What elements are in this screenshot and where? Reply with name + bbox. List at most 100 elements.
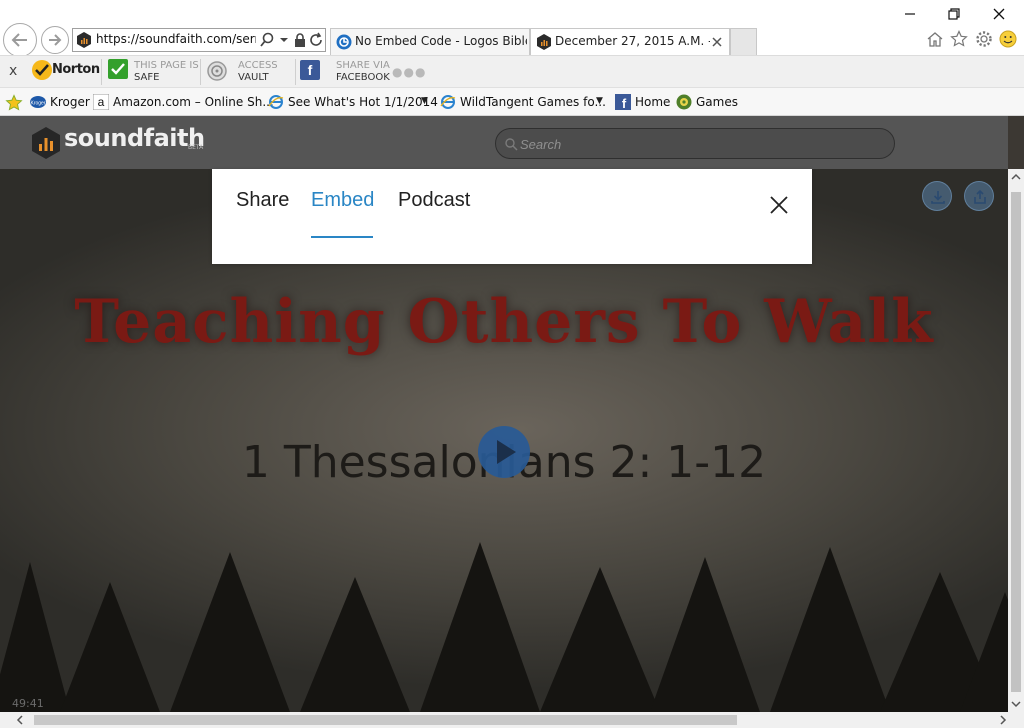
safe-line1: THIS PAGE IS [134,60,199,71]
minimize-icon[interactable] [900,4,920,24]
tab-embed[interactable]: Embed [311,189,374,212]
site-header: soundfaith BETA [0,116,1008,169]
horizontal-scrollbar[interactable] [0,712,1024,728]
smiley-icon[interactable] [999,30,1017,48]
share-button[interactable] [964,181,994,211]
download-button[interactable] [922,181,952,211]
tab-logos-bible[interactable]: No Embed Code - Logos Bible ... [330,28,530,55]
scroll-left-icon[interactable] [15,715,25,725]
share-embed-modal: Share Embed Podcast [212,169,812,264]
logos-favicon-icon [336,34,352,50]
sermon-title: Teaching Others To Walk [74,287,934,357]
tab-podcast[interactable]: Podcast [398,189,470,212]
favorite-home[interactable]: f Home [615,94,673,112]
tab-title: December 27, 2015 A.M. - S... [555,34,710,48]
dropdown-icon[interactable]: ▼ [421,96,428,106]
search-icon[interactable] [259,32,275,48]
favorite-label: See What's Hot 1/1/2014 [288,95,438,109]
gear-icon[interactable] [975,30,993,48]
lock-icon[interactable] [292,32,308,48]
video-duration: 49:41 [12,697,44,710]
soundfaith-favicon-icon [537,34,551,50]
norton-toolbar-close-button[interactable]: x [9,63,17,79]
vertical-scroll-thumb[interactable] [1011,192,1021,692]
norton-check-icon [32,60,52,80]
beta-badge: BETA [188,144,204,151]
arrow-right-icon [49,34,62,46]
page-safe-status[interactable]: THIS PAGE IS SAFE [134,60,199,84]
new-tab-button[interactable] [730,28,757,55]
favorite-label: Home [635,95,671,109]
share-line1: SHARE VIA [336,60,390,71]
site-name[interactable]: soundfaith [64,124,205,152]
search-icon [505,138,518,151]
svg-text:f: f [622,96,627,110]
amazon-icon: a [93,94,109,110]
vertical-scrollbar[interactable] [1008,169,1024,712]
close-tab-icon[interactable] [711,36,723,48]
back-button[interactable] [3,23,37,57]
share-icon [974,189,986,204]
arrow-left-icon [11,33,27,47]
horizontal-scroll-thumb[interactable] [34,715,737,725]
vault-line2: VAULT [238,72,269,83]
svg-text:Kroger: Kroger [30,101,45,107]
vault-icon [207,61,227,81]
forward-button[interactable] [41,26,69,54]
active-tab-indicator [311,236,373,238]
favorite-amazon[interactable]: a Amazon.com – Online Sh... [93,94,274,112]
favorite-wildtangent[interactable]: WildTangent Games fo... ▼ [440,94,608,112]
tab-title: No Embed Code - Logos Bible ... [355,34,527,48]
ie-icon [268,95,284,109]
download-icon [931,191,945,204]
close-icon[interactable] [768,194,790,216]
star-icon[interactable] [950,30,968,48]
restore-icon[interactable] [944,4,964,24]
refresh-icon[interactable] [308,32,324,48]
browser-titlebar: https://soundfaith.com/sermons/ No Embed… [0,0,1024,57]
address-url[interactable]: https://soundfaith.com/sermons/ [96,32,256,46]
norton-toolbar: x Norton THIS PAGE IS SAFE ACCESS VAULT … [0,55,1024,87]
safe-line2: SAFE [134,72,160,83]
search-input[interactable] [520,133,880,155]
share-facebook-button[interactable]: SHARE VIA FACEBOOK [336,60,390,84]
play-button[interactable] [478,426,530,478]
toolbar-divider [101,59,102,85]
favorite-label: Amazon.com – Online Sh... [113,95,274,109]
kroger-icon: Kroger [30,96,46,108]
share-line2: FACEBOOK [336,72,390,83]
favorite-games[interactable]: Games [676,94,740,112]
home-icon[interactable] [926,30,944,48]
scroll-up-icon[interactable] [1011,172,1021,182]
scroll-right-icon[interactable] [998,715,1008,725]
favorite-see-whats-hot[interactable]: See What's Hot 1/1/2014 ▼ [268,94,438,112]
favorite-label: Games [696,95,738,109]
tab-share[interactable]: Share [236,189,289,212]
search-box[interactable] [495,128,895,159]
address-bar[interactable]: https://soundfaith.com/sermons/ [72,28,326,52]
norton-logo-text[interactable]: Norton [52,62,100,77]
toolbar-divider [295,59,296,85]
favorites-star-icon[interactable] [5,94,23,112]
soundfaith-logo-icon[interactable] [31,127,61,159]
access-vault-button[interactable]: ACCESS VAULT [238,60,278,84]
favorite-label: Kroger [50,95,90,109]
close-icon[interactable] [989,4,1009,24]
favorites-bar: Kroger Kroger a Amazon.com – Online Sh..… [0,87,1024,116]
safe-check-icon [108,59,128,79]
vault-line1: ACCESS [238,60,278,71]
pine-trees-graphic [0,542,1008,712]
soundfaith-favicon-icon [77,32,91,48]
games-icon [676,94,692,110]
toolbar-divider [200,59,201,85]
svg-text:a: a [98,95,105,109]
web-page: soundfaith BETA Teaching Others To Walk … [0,116,1024,728]
dropdown-icon[interactable]: ▼ [596,96,603,106]
scroll-down-icon[interactable] [1011,699,1021,709]
facebook-icon: f [615,94,631,110]
facebook-icon: f [300,60,320,80]
more-options-icon[interactable]: ●●● [392,65,426,79]
favorite-kroger[interactable]: Kroger Kroger [30,94,90,112]
dropdown-icon[interactable] [276,32,292,48]
tab-soundfaith[interactable]: December 27, 2015 A.M. - S... [530,28,730,55]
